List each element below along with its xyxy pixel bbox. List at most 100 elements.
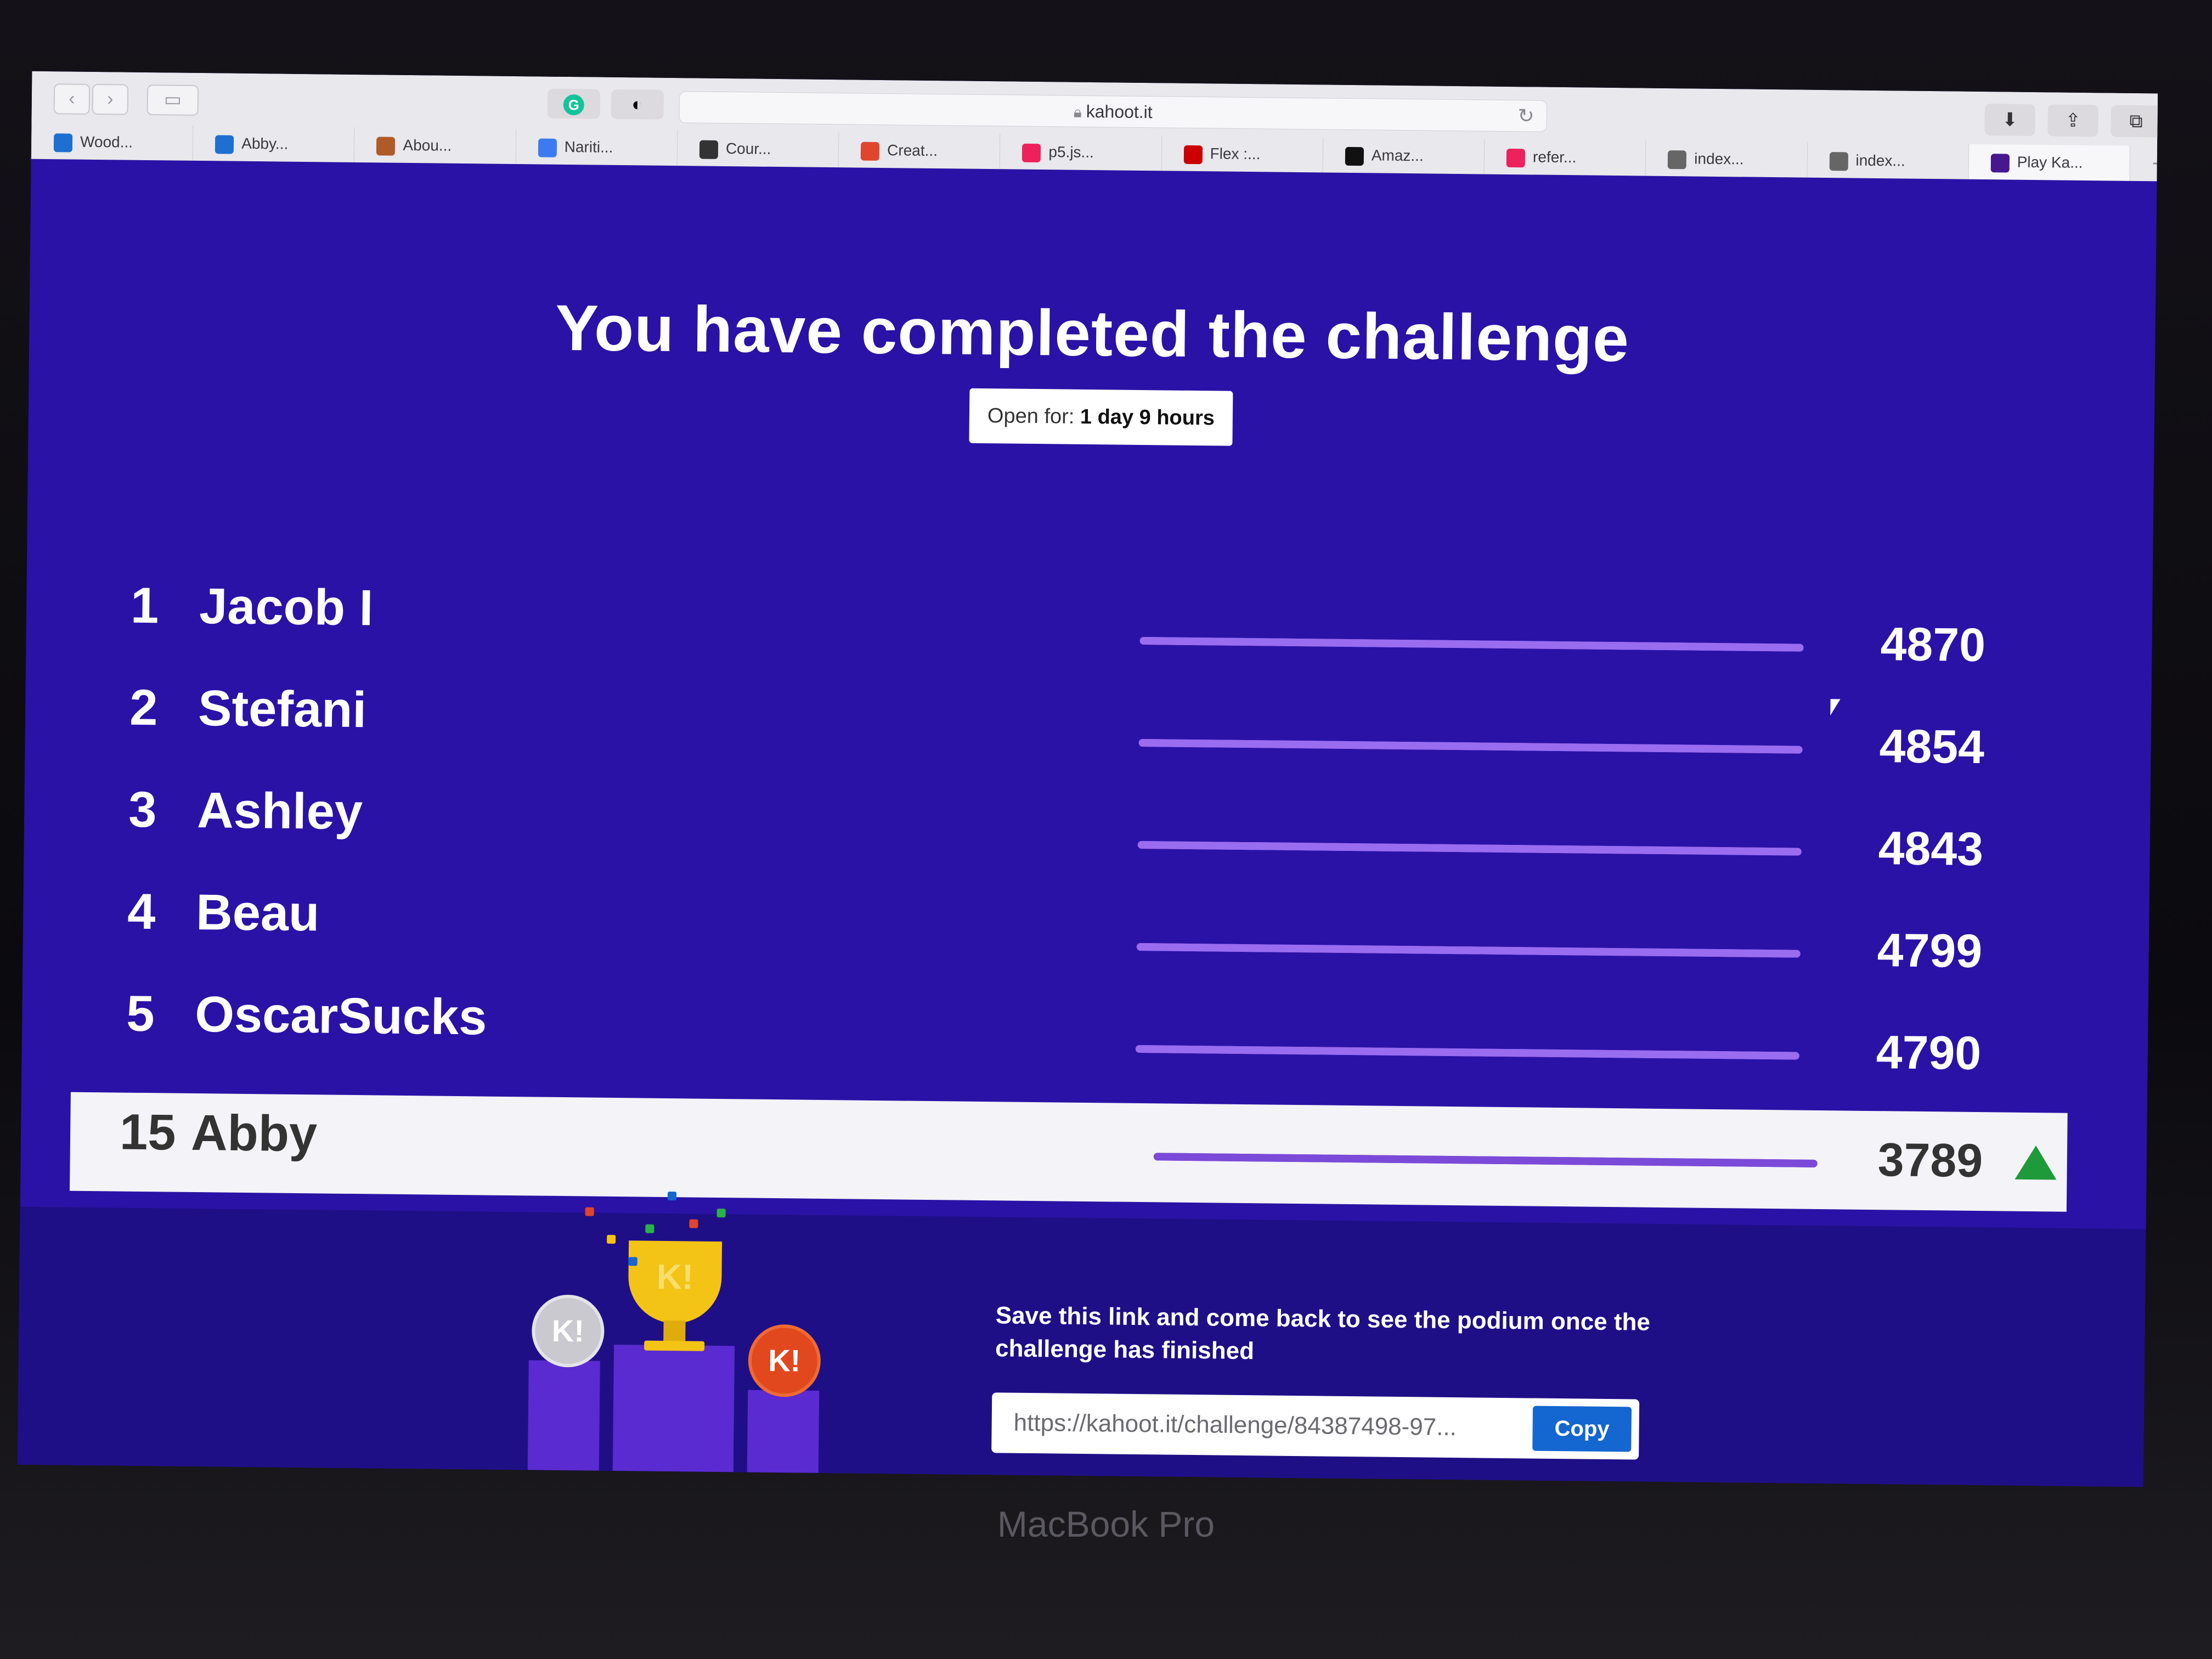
confetti-icon — [705, 1246, 715, 1256]
browser-tab[interactable]: p5.js... — [1000, 134, 1161, 171]
docs-icon — [538, 138, 557, 157]
player-rank: 4 — [127, 883, 156, 940]
outlook-icon — [215, 134, 234, 154]
sidebar-button[interactable]: ▭ — [146, 84, 199, 116]
asterisk-icon — [1506, 148, 1526, 167]
tabs-overview-button[interactable]: ⧉ — [2111, 105, 2158, 138]
player-score: 4870 — [1880, 618, 1986, 672]
score-bar — [1136, 943, 1801, 958]
grammarly-extension-button[interactable]: G — [547, 88, 601, 119]
confetti-icon — [645, 1224, 654, 1233]
bronze-medal-icon: K! — [748, 1324, 821, 1397]
browser-tab-label: Abby... — [241, 134, 289, 153]
asterisk-icon — [1022, 143, 1041, 162]
browser-tab-label: Nariti... — [564, 138, 613, 156]
app-icon — [376, 136, 396, 156]
open-for-value: 1 day 9 hours — [1080, 405, 1215, 430]
podium-first — [612, 1345, 735, 1472]
browser-tab-label: Cour... — [725, 140, 771, 157]
browser-tab[interactable]: index... — [1645, 140, 1807, 178]
download-icon: ⬇ — [2002, 109, 2018, 131]
footer: K! K! K! Save this link and come back to… — [17, 1192, 2146, 1487]
browser-tab[interactable]: Play Ka... — [1968, 144, 2130, 181]
privacy-extension-button[interactable]: ◐ — [611, 89, 664, 120]
laptop-screen: ‹ › ▭ G ◐ 🔒︎ kahoot.it ↻ ⬇ ⇪ ⧉ Wood... Abb… — [17, 71, 2158, 1487]
browser-tab[interactable]: Nariti... — [515, 129, 678, 166]
silver-medal-icon: K! — [531, 1294, 605, 1368]
mouse-cursor-icon — [1830, 699, 1841, 716]
my-score-bar — [1153, 1153, 1818, 1167]
target-icon — [1183, 145, 1203, 164]
leaderboard-row: 1 Jacob I 4870 — [26, 576, 2153, 697]
trophy-base — [644, 1340, 705, 1351]
sidebar-icon: ▭ — [163, 89, 182, 110]
confetti-icon — [607, 1234, 616, 1244]
my-name: Abby — [190, 1104, 318, 1163]
score-bar-fill — [1137, 840, 1802, 856]
browser-tab-label: Play Ka... — [2017, 153, 2083, 171]
player-name: Beau — [195, 884, 320, 942]
confetti-icon — [628, 1257, 637, 1266]
drive-icon — [860, 142, 880, 161]
browser-tab[interactable]: Cour... — [676, 131, 839, 168]
amazon-icon — [1345, 146, 1364, 166]
player-score: 4799 — [1877, 924, 1983, 978]
kahoot-icon — [1990, 153, 2010, 173]
browser-tab[interactable]: Wood... — [31, 123, 193, 161]
trophy-stem — [663, 1320, 686, 1343]
leaderboard-row: 5 OscarSucks 4790 — [21, 984, 2148, 1105]
browser-tab-label: p5.js... — [1048, 143, 1094, 161]
compass-icon — [1829, 151, 1848, 171]
confetti-icon — [689, 1219, 698, 1228]
forward-button[interactable]: › — [92, 83, 129, 115]
browser-tab-label: refer... — [1532, 148, 1577, 166]
save-link-message: Save this link and come back to see the … — [995, 1302, 1651, 1365]
confetti-icon — [716, 1208, 726, 1218]
browser-tab-label: Abou... — [403, 136, 452, 154]
address-text: kahoot.it — [1086, 101, 1153, 122]
page-title: You have completed the challenge — [555, 291, 1630, 376]
up-arrow-icon — [2015, 1145, 2057, 1180]
confetti-icon — [585, 1207, 594, 1216]
address-bar[interactable]: 🔒︎ kahoot.it ↻ — [679, 91, 1548, 132]
player-score: 4790 — [1876, 1026, 1982, 1080]
player-name: Ashley — [196, 782, 363, 840]
browser-tab-label: index... — [1855, 151, 1905, 170]
browser-tab[interactable]: refer... — [1483, 139, 1646, 176]
score-bar — [1139, 636, 1804, 652]
my-score: 3789 — [1877, 1133, 1983, 1188]
open-for-label: Open for: — [987, 404, 1081, 428]
my-score-bar-fill — [1153, 1153, 1818, 1167]
browser-tab[interactable]: Amaz... — [1322, 137, 1485, 174]
player-rank: 1 — [130, 577, 159, 634]
browser-tab[interactable]: Flex :... — [1161, 136, 1323, 173]
reload-icon[interactable]: ↻ — [1517, 100, 1534, 131]
player-rank: 5 — [126, 985, 155, 1042]
player-rank: 3 — [128, 781, 157, 838]
chevron-left-icon: ‹ — [69, 88, 75, 109]
lock-icon: 🔒︎ — [1073, 103, 1082, 121]
leaderboard-row: 3 Ashley 4843 — [24, 780, 2151, 901]
leaderboard-row: 2 Stefani 4854 — [25, 678, 2152, 799]
back-button[interactable]: ‹ — [53, 83, 91, 115]
new-tab-button[interactable]: + — [2129, 145, 2158, 182]
score-bar-fill — [1138, 738, 1803, 754]
score-bar-fill — [1136, 943, 1801, 958]
copy-button[interactable]: Copy — [1532, 1406, 1632, 1452]
downloads-button[interactable]: ⬇ — [1984, 104, 2035, 137]
browser-tab[interactable]: index... — [1807, 142, 1969, 179]
score-bar-fill — [1139, 636, 1804, 652]
shield-icon: ◐ — [631, 94, 644, 115]
score-bar — [1138, 738, 1803, 754]
my-row: 15 Abby 3789 — [70, 1092, 2068, 1212]
browser-tab[interactable]: Abby... — [192, 125, 354, 162]
share-button[interactable]: ⇪ — [2047, 104, 2098, 137]
confetti-icon — [667, 1192, 677, 1201]
my-rank: 15 — [119, 1104, 177, 1161]
browser-tab[interactable]: Creat... — [838, 132, 1000, 170]
compass-icon — [1668, 150, 1687, 169]
challenge-link-field[interactable]: https://kahoot.it/challenge/84387498-97.… — [1013, 1393, 1497, 1458]
player-name: Stefani — [198, 680, 367, 738]
challenge-link-box: https://kahoot.it/challenge/84387498-97.… — [991, 1392, 1640, 1460]
browser-tab[interactable]: Abou... — [354, 127, 516, 165]
